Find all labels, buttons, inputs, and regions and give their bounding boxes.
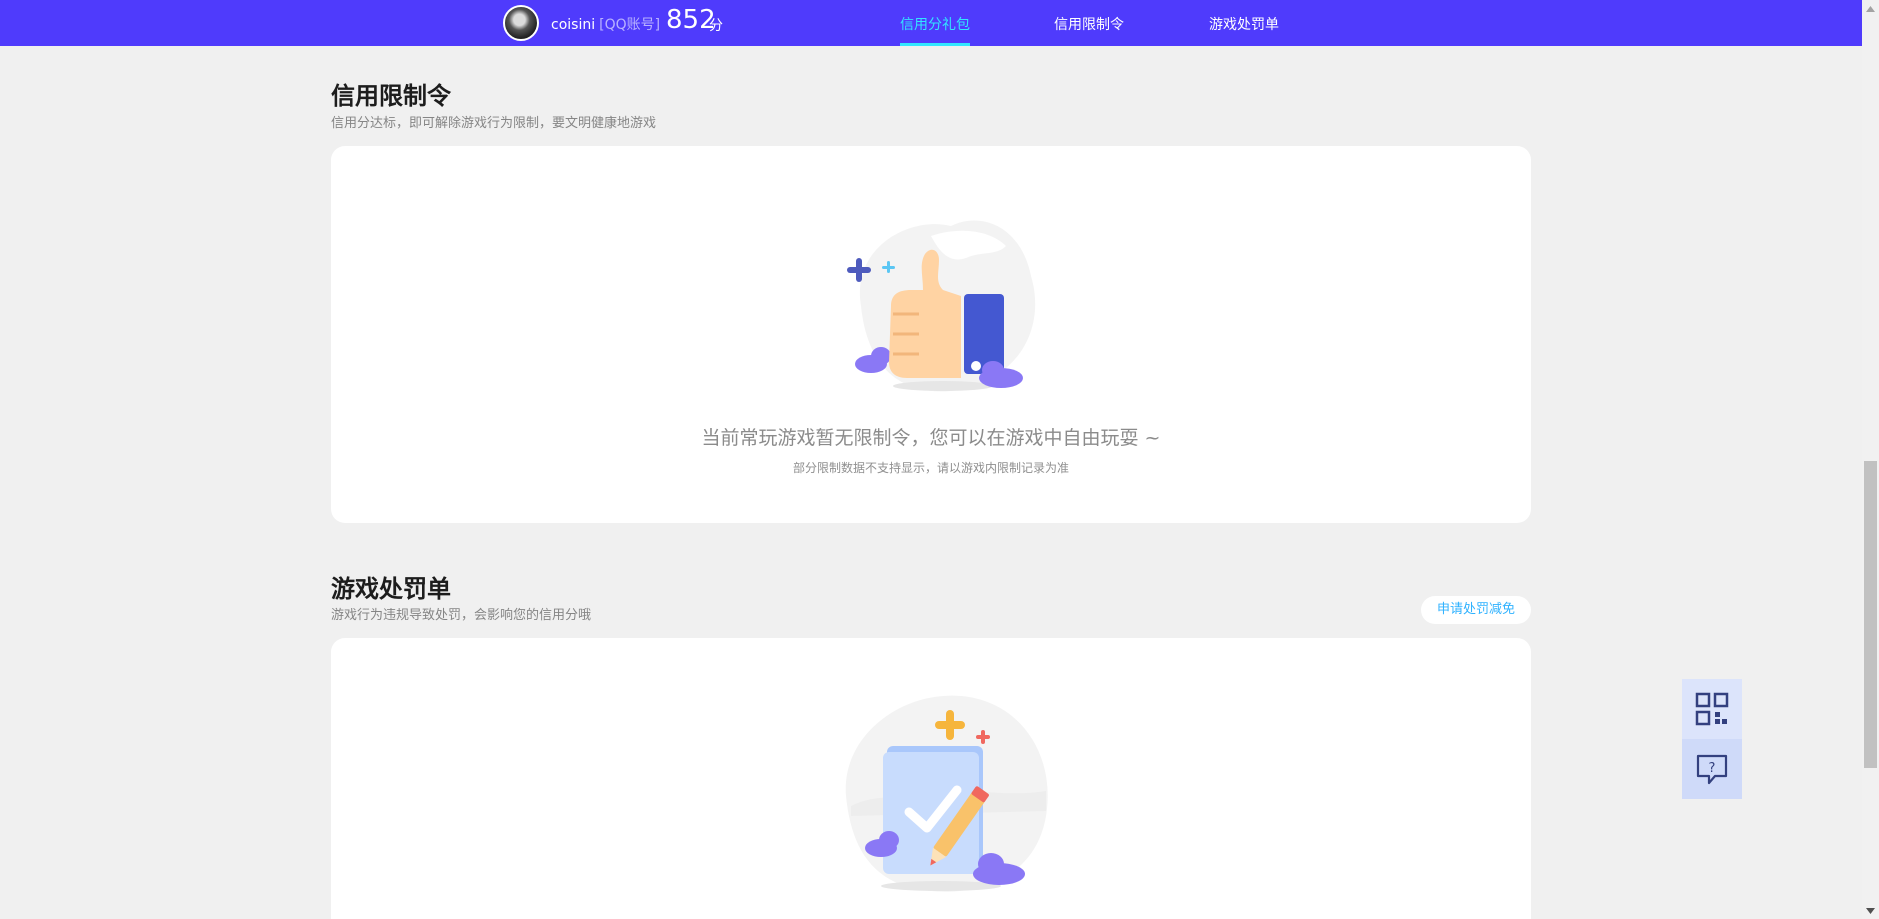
scrollbar-thumb[interactable]	[1864, 461, 1877, 768]
penalty-section-subtitle: 游戏行为违规导致处罚，会影响您的信用分哦	[331, 608, 592, 623]
help-button[interactable]: ?	[1682, 739, 1742, 799]
scroll-up-arrow-icon[interactable]	[1862, 0, 1879, 17]
avatar[interactable]	[503, 5, 539, 41]
user-info: coisini [QQ账号]	[551, 14, 660, 34]
apply-penalty-reduction-button[interactable]: 申请处罚减免	[1421, 596, 1531, 624]
scroll-down-arrow-icon[interactable]	[1862, 902, 1879, 919]
svg-text:?: ?	[1709, 761, 1716, 776]
restriction-empty-note: 部分限制数据不支持显示，请以游戏内限制记录为准	[792, 461, 1069, 475]
tab-restriction[interactable]: 信用限制令	[1054, 14, 1124, 34]
help-chat-icon: ?	[1696, 754, 1728, 785]
thumbs-up-illustration	[847, 220, 1036, 392]
qr-code-button[interactable]	[1682, 679, 1742, 739]
active-tab-indicator	[900, 43, 970, 46]
restriction-card: 当前常玩游戏暂无限制令，您可以在游戏中自由玩耍 ~ 部分限制数据不支持显示，请以…	[331, 146, 1531, 523]
restriction-section-subtitle: 信用分达标，即可解除游戏行为限制，要文明健康地游戏	[331, 116, 657, 131]
restriction-section-title: 信用限制令	[331, 82, 451, 110]
side-float-panel: ?	[1682, 679, 1742, 799]
restriction-empty-message: 当前常玩游戏暂无限制令，您可以在游戏中自由玩耍 ~	[701, 427, 1161, 449]
penalty-section-title: 游戏处罚单	[331, 575, 451, 603]
tab-penalty[interactable]: 游戏处罚单	[1209, 14, 1279, 34]
account-type: [QQ账号]	[599, 17, 661, 33]
top-nav-bar: coisini [QQ账号] 852 分 信用分礼包 信用限制令 游戏处罚单	[0, 0, 1862, 46]
qr-code-icon	[1695, 692, 1729, 726]
vertical-scrollbar[interactable]	[1862, 0, 1879, 919]
tab-credit-gift[interactable]: 信用分礼包	[900, 14, 970, 34]
penalty-card	[331, 638, 1531, 919]
credit-score-unit: 分	[709, 18, 723, 34]
clipboard-check-illustration	[845, 695, 1048, 892]
username: coisini	[551, 17, 596, 33]
